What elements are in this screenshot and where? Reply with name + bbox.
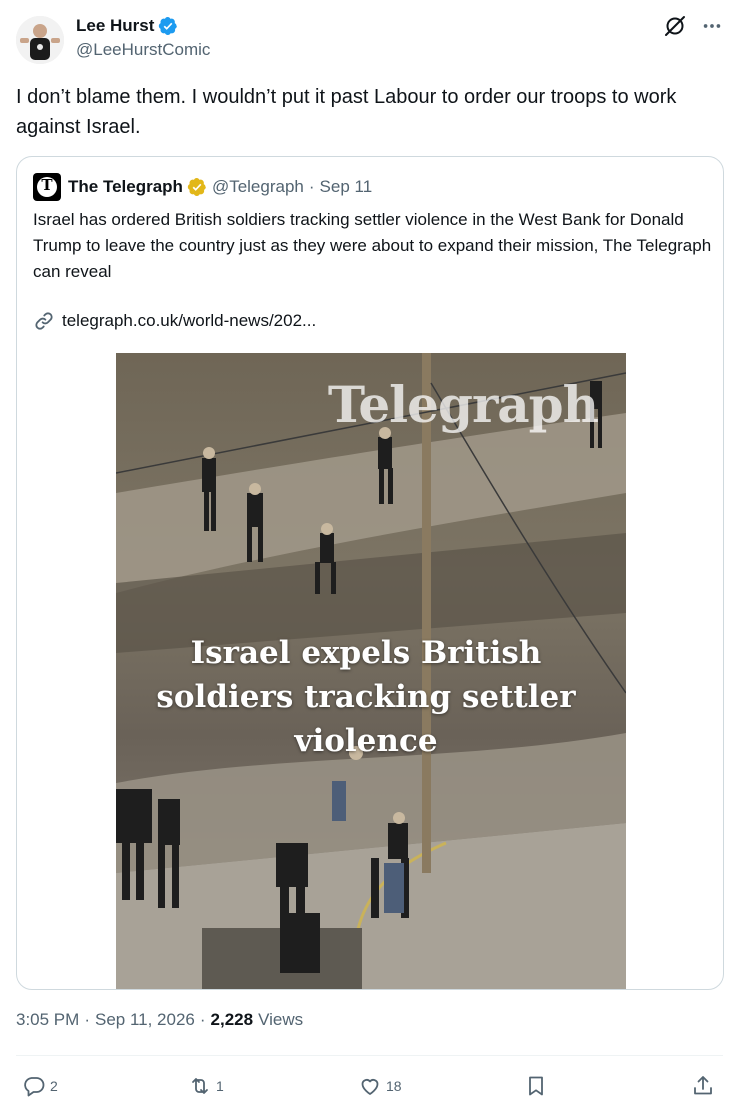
quoted-link[interactable]: telegraph.co.uk/world-news/202... [33, 308, 316, 334]
bookmark-button[interactable] [524, 1072, 548, 1100]
share-icon [694, 1076, 712, 1095]
quoted-author-name[interactable]: The Telegraph [68, 177, 183, 197]
quoted-tweet-text: Israel has ordered British soldiers trac… [33, 210, 712, 281]
like-icon [361, 1079, 379, 1095]
quoted-tweet[interactable]: T The Telegraph @Telegraph · Sep 11 Isra… [16, 156, 724, 990]
tweet-date[interactable]: Sep 11, 2026 [95, 1010, 195, 1030]
author-handle[interactable]: @LeeHurstComic [76, 40, 210, 60]
verified-badge-icon [159, 17, 178, 35]
quoted-media-image[interactable]: Telegraph Israel expels British soldiers… [116, 353, 626, 989]
views-label: Views [258, 1010, 304, 1029]
tweet-text: I don’t blame them. I wouldn’t put it pa… [16, 86, 677, 138]
avatar[interactable] [16, 16, 64, 64]
separator-dot: · [84, 1010, 90, 1029]
like-count: 18 [386, 1078, 402, 1094]
divider [16, 1055, 723, 1056]
separator-dot: · [308, 177, 315, 196]
verified-badge-icon [187, 178, 206, 196]
action-bar: 2 1 18 [16, 1072, 723, 1100]
reply-count: 2 [50, 1078, 58, 1094]
tweet-header: Lee Hurst @LeeHurstComic [16, 12, 723, 64]
reply-button[interactable]: 2 [22, 1072, 58, 1100]
like-button[interactable]: 18 [358, 1072, 402, 1100]
quoted-link-text[interactable]: telegraph.co.uk/world-news/202... [62, 311, 316, 331]
quoted-date[interactable]: Sep 11 [320, 177, 373, 197]
quoted-tweet-header: T The Telegraph @Telegraph · Sep 11 [33, 173, 372, 201]
author-name[interactable]: Lee Hurst [76, 16, 154, 36]
grok-icon[interactable] [663, 14, 687, 38]
link-icon [35, 312, 53, 330]
quoted-author-handle[interactable]: @Telegraph [212, 177, 304, 197]
tweet-time[interactable]: 3:05 PM [16, 1010, 79, 1030]
media-watermark: Telegraph [327, 375, 599, 434]
telegraph-logo[interactable]: T [33, 173, 61, 201]
bookmark-icon [529, 1076, 543, 1096]
repost-button[interactable]: 1 [188, 1072, 224, 1100]
share-button[interactable] [691, 1072, 715, 1100]
reply-icon [24, 1077, 45, 1097]
repost-icon [192, 1078, 208, 1094]
more-icon[interactable] [701, 15, 723, 37]
separator-dot: · [199, 1010, 206, 1029]
repost-count: 1 [216, 1078, 224, 1094]
tweet-meta: 3:05 PM · Sep 11, 2026 · 2,228 Views [16, 1010, 303, 1030]
views-count[interactable]: 2,228 [211, 1010, 254, 1030]
media-headline: Israel expels British soldiers tracking … [156, 635, 576, 759]
